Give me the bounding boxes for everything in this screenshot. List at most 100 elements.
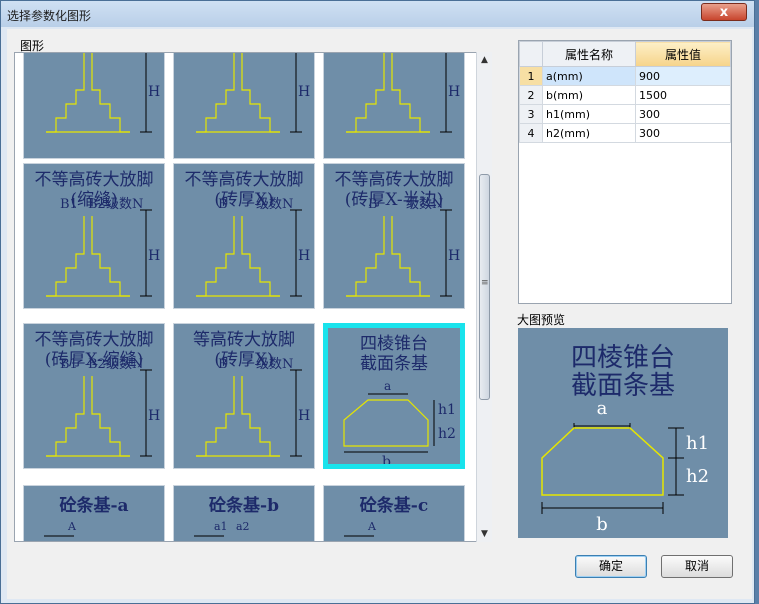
row-index: 4 xyxy=(519,123,543,143)
shape-tile[interactable]: 不等高砖大放脚 (砖厚X) H 级数N B xyxy=(173,163,315,309)
tile-diagram: H 级数N B xyxy=(196,197,310,297)
stair-outline-left xyxy=(46,53,85,133)
tile-small-label: a2 xyxy=(236,520,250,533)
preview-label-a: a xyxy=(597,398,608,419)
property-value-cell[interactable]: 300 xyxy=(635,123,731,143)
stair-outline-left xyxy=(346,216,385,297)
tile-label-h1: h1 xyxy=(438,402,456,418)
tile-label-h: H xyxy=(148,408,160,424)
tile-diagram: a1 a2 xyxy=(194,520,250,537)
tile-label-h: H xyxy=(298,84,310,100)
tile-diagram: H级数NB xyxy=(46,53,160,133)
shape-tile[interactable]: H级数NB1B2 xyxy=(323,53,465,159)
property-row[interactable]: 2 b(mm) 1500 xyxy=(519,85,731,105)
property-row[interactable]: 3 h1(mm) 300 xyxy=(519,104,731,124)
tile-label-n: 级数N xyxy=(106,197,143,212)
tile-label-h: H xyxy=(448,84,460,100)
property-value-cell[interactable]: 900 xyxy=(635,66,731,86)
stair-outline-left xyxy=(196,216,235,297)
tile-diagram: a h1 h2 b xyxy=(343,379,456,469)
shape-tile[interactable]: 四棱锥台 截面条基 a h1 h2 b xyxy=(323,323,465,469)
property-name-cell: h2(mm) xyxy=(542,123,636,143)
header-property-value[interactable]: 属性值 xyxy=(635,41,731,67)
stair-outline-left xyxy=(196,53,235,133)
tile-label-b: b xyxy=(382,454,391,469)
tile-label-b: B xyxy=(218,197,228,212)
preview-drawing: 四棱锥台 截面条基 a h1 h2 b xyxy=(541,343,709,535)
tile-label-b2: B2 xyxy=(88,197,106,212)
preview-label-h2: h2 xyxy=(686,466,709,487)
gallery-scrollbar[interactable]: ▲ ≡ ▼ xyxy=(476,52,492,542)
title-bar[interactable]: 选择参数化图形 x xyxy=(1,1,754,27)
property-grid: 属性名称 属性值 1 a(mm) 900 2 b(mm) 1500 3 h1(mm) 300 4 h… xyxy=(518,40,732,304)
trapezoid-section xyxy=(343,399,429,447)
cancel-button[interactable]: 取消 xyxy=(661,555,733,578)
tile-label-h: H xyxy=(448,248,460,264)
trapezoid-section xyxy=(541,427,664,496)
property-name-cell: a(mm) xyxy=(542,66,636,86)
property-table: 属性名称 属性值 1 a(mm) 900 2 b(mm) 1500 3 h1(mm) 300 4 h… xyxy=(519,41,731,143)
header-index xyxy=(519,41,543,67)
stair-outline-right xyxy=(391,216,430,297)
tile-label-n: 级数N xyxy=(256,357,293,372)
tile-diagram: A xyxy=(344,520,377,537)
property-row[interactable]: 1 a(mm) 900 xyxy=(519,66,731,86)
tile-diagram: H级数NB xyxy=(346,197,460,297)
tile-diagram: H 级数N B1 B2 xyxy=(46,357,160,457)
property-row[interactable]: 4 h2(mm) 300 xyxy=(519,123,731,143)
shape-tile[interactable]: 砼条基-b a1 a2 xyxy=(173,485,315,541)
ok-button[interactable]: 确定 xyxy=(575,555,647,578)
tile-small-label: a1 xyxy=(214,520,228,533)
scroll-thumb[interactable]: ≡ xyxy=(479,174,490,400)
tile-label-h: H xyxy=(298,248,310,264)
window-title: 选择参数化图形 xyxy=(7,9,92,23)
scroll-down-arrow-icon[interactable]: ▼ xyxy=(477,526,492,542)
stair-outline-left xyxy=(196,376,235,457)
tile-label-h: H xyxy=(148,248,160,264)
tile-small-label: A xyxy=(367,520,377,533)
stair-outline-left xyxy=(46,376,85,457)
stair-outline-right xyxy=(91,216,130,297)
stair-outline-right xyxy=(241,53,280,133)
tile-label-b2: B2 xyxy=(88,357,106,372)
row-index: 3 xyxy=(519,104,543,124)
header-property-name[interactable]: 属性名称 xyxy=(542,41,636,67)
tile-label-b: B xyxy=(218,357,228,372)
tile-diagram: H 级数N B xyxy=(196,357,310,457)
property-value-cell[interactable]: 300 xyxy=(635,104,731,124)
tile-label-h: H xyxy=(298,408,310,424)
tile-small-label: A xyxy=(67,520,77,533)
shape-gallery: H级数NBH级数NBH级数NB1B2不等高砖大放脚(缩缝)H级数NB1B2不等高… xyxy=(14,52,492,542)
scroll-up-arrow-icon[interactable]: ▲ xyxy=(477,52,492,68)
tile-label-n: 级数N xyxy=(256,197,293,212)
shape-tile[interactable]: 不等高砖大放脚 (砖厚X-半边) H 级数N B xyxy=(323,163,465,309)
stair-outline-right xyxy=(391,53,430,133)
stair-outline-right xyxy=(241,216,280,297)
tile-diagram: H级数NB xyxy=(196,53,310,133)
stair-outline-left xyxy=(346,53,385,133)
stair-outline-right xyxy=(91,53,130,133)
tile-label-b1: B1 xyxy=(60,357,78,372)
preview-label: 大图预览 xyxy=(517,313,566,327)
shape-tile[interactable]: 不等高砖大放脚 (砖厚X-缩缝) H 级数N B1 B2 xyxy=(23,323,165,469)
tile-label-n: 级数N xyxy=(106,357,143,372)
preview-label-b: b xyxy=(596,514,608,535)
shape-tile[interactable]: 等高砖大放脚 (砖厚X) H 级数N B xyxy=(173,323,315,469)
shape-tile[interactable]: 不等高砖大放脚 (缩缝) H 级数N B1 B2 xyxy=(23,163,165,309)
tile-label-h2: h2 xyxy=(438,426,456,442)
tile-label-n: 级数N xyxy=(406,197,443,212)
grip-icon: ≡ xyxy=(481,278,489,288)
close-button[interactable]: x xyxy=(701,3,747,21)
shape-tile[interactable]: 砼条基-a A xyxy=(23,485,165,541)
property-name-cell: h1(mm) xyxy=(542,104,636,124)
tile-diagram: H 级数N B1 B2 xyxy=(46,197,160,297)
shape-tile[interactable]: H级数NB xyxy=(23,53,165,159)
tile-label-a: a xyxy=(384,379,391,393)
tile-label-h: H xyxy=(148,84,160,100)
tile-diagram: A xyxy=(44,520,77,537)
shape-tile[interactable]: 砼条基-c A xyxy=(323,485,465,541)
shape-tile[interactable]: H级数NB xyxy=(173,53,315,159)
stair-outline-right xyxy=(241,376,280,457)
stair-outline-left xyxy=(46,216,85,297)
property-value-cell[interactable]: 1500 xyxy=(635,85,731,105)
